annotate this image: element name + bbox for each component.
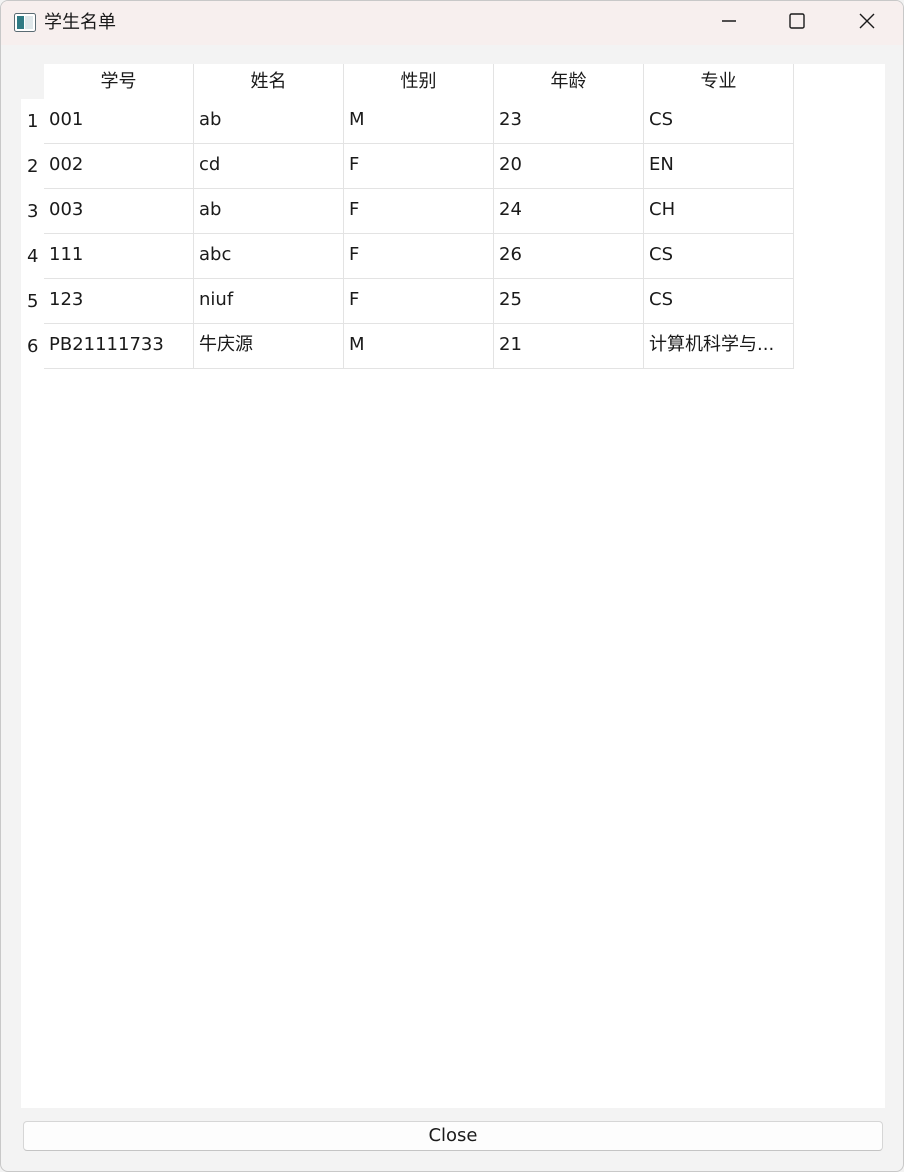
close-window-button[interactable] <box>833 1 901 45</box>
table-header: 学号 姓名 性别 年龄 专业 <box>44 64 794 99</box>
cell-name[interactable]: 牛庆源 <box>194 324 344 369</box>
table-row: 111 abc F 26 CS <box>44 234 794 279</box>
table-body: 001 ab M 23 CS 002 cd F 20 EN 003 ab F 2… <box>44 99 794 369</box>
row-header[interactable]: 3 <box>21 189 44 234</box>
table-row: 123 niuf F 25 CS <box>44 279 794 324</box>
cell-student-id[interactable]: 001 <box>44 99 194 144</box>
cell-major[interactable]: 计算机科学与... <box>644 324 794 369</box>
cell-major[interactable]: CS <box>644 279 794 324</box>
cell-name[interactable]: ab <box>194 189 344 234</box>
column-header-age[interactable]: 年龄 <box>494 64 644 99</box>
cell-age[interactable]: 24 <box>494 189 644 234</box>
table-row: 001 ab M 23 CS <box>44 99 794 144</box>
maximize-icon <box>788 12 806 34</box>
cell-student-id[interactable]: PB21111733 <box>44 324 194 369</box>
cell-name[interactable]: cd <box>194 144 344 189</box>
table-row: 003 ab F 24 CH <box>44 189 794 234</box>
app-window-icon <box>14 13 36 32</box>
cell-student-id[interactable]: 111 <box>44 234 194 279</box>
row-header[interactable]: 4 <box>21 234 44 279</box>
cell-gender[interactable]: F <box>344 279 494 324</box>
column-header-gender[interactable]: 性别 <box>344 64 494 99</box>
cell-gender[interactable]: F <box>344 144 494 189</box>
row-header[interactable]: 5 <box>21 279 44 324</box>
cell-student-id[interactable]: 003 <box>44 189 194 234</box>
cell-gender[interactable]: M <box>344 324 494 369</box>
cell-age[interactable]: 23 <box>494 99 644 144</box>
minimize-icon <box>720 12 738 34</box>
cell-name[interactable]: ab <box>194 99 344 144</box>
table-row: PB21111733 牛庆源 M 21 计算机科学与... <box>44 324 794 369</box>
cell-gender[interactable]: F <box>344 234 494 279</box>
column-header-name[interactable]: 姓名 <box>194 64 344 99</box>
row-header[interactable]: 1 <box>21 99 44 144</box>
cell-major[interactable]: CH <box>644 189 794 234</box>
column-header-student-id[interactable]: 学号 <box>44 64 194 99</box>
row-header-column: 1 2 3 4 5 6 <box>21 99 44 369</box>
cell-gender[interactable]: F <box>344 189 494 234</box>
cell-student-id[interactable]: 002 <box>44 144 194 189</box>
window-title: 学生名单 <box>44 12 116 33</box>
student-list-window: 学生名单 学号 姓名 性别 年龄 专业 1 2 3 4 5 6 001 ab M… <box>0 0 904 1172</box>
cell-age[interactable]: 21 <box>494 324 644 369</box>
close-button[interactable]: Close <box>23 1121 883 1151</box>
table-corner-button[interactable] <box>21 64 44 99</box>
column-header-major[interactable]: 专业 <box>644 64 794 99</box>
cell-name[interactable]: niuf <box>194 279 344 324</box>
cell-gender[interactable]: M <box>344 99 494 144</box>
row-header[interactable]: 6 <box>21 324 44 369</box>
cell-major[interactable]: CS <box>644 99 794 144</box>
cell-major[interactable]: CS <box>644 234 794 279</box>
close-icon <box>858 12 876 34</box>
cell-age[interactable]: 25 <box>494 279 644 324</box>
student-table[interactable]: 学号 姓名 性别 年龄 专业 1 2 3 4 5 6 001 ab M 23 C… <box>21 64 885 1108</box>
table-row: 002 cd F 20 EN <box>44 144 794 189</box>
cell-age[interactable]: 20 <box>494 144 644 189</box>
cell-name[interactable]: abc <box>194 234 344 279</box>
title-bar[interactable]: 学生名单 <box>1 1 903 45</box>
cell-age[interactable]: 26 <box>494 234 644 279</box>
cell-student-id[interactable]: 123 <box>44 279 194 324</box>
row-header[interactable]: 2 <box>21 144 44 189</box>
cell-major[interactable]: EN <box>644 144 794 189</box>
minimize-button[interactable] <box>695 1 763 45</box>
maximize-button[interactable] <box>763 1 831 45</box>
